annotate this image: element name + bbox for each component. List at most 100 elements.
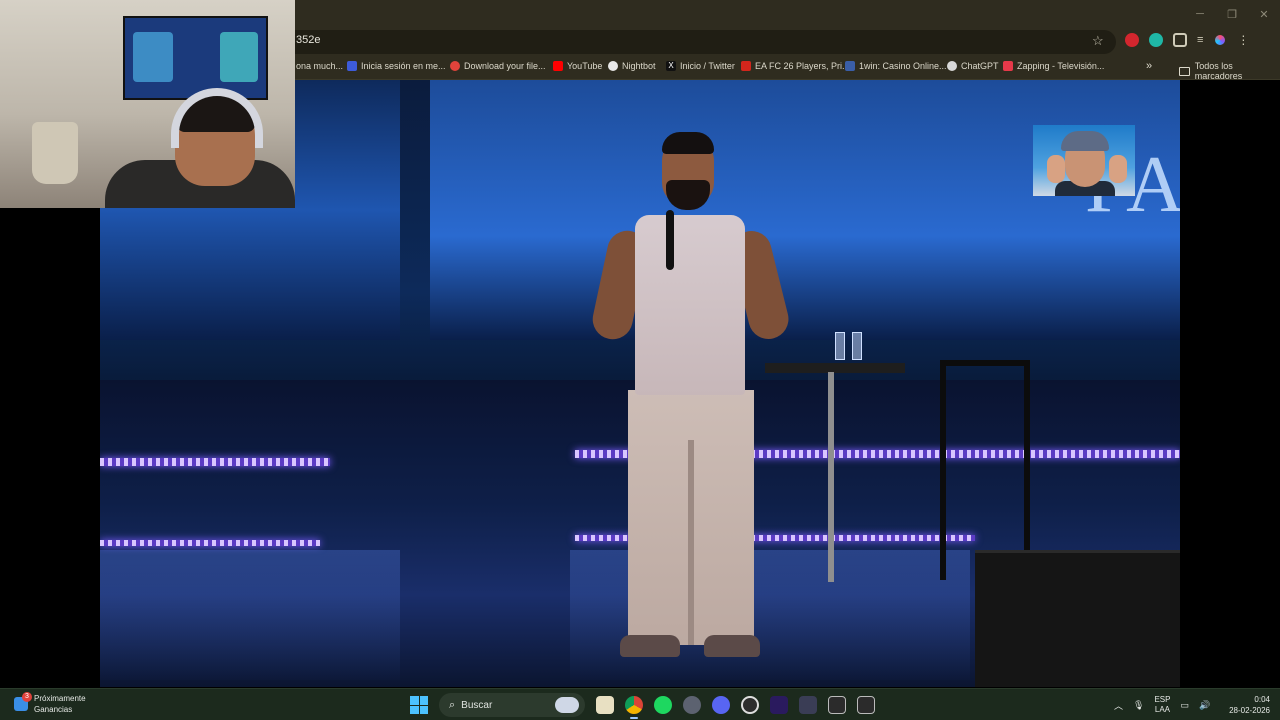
chatgpt-icon: [947, 61, 957, 71]
widgets-button[interactable]: 3 Próximamente Ganancias: [14, 692, 86, 715]
youtube-icon: [553, 61, 563, 71]
guest-cap: [1061, 131, 1109, 151]
taskbar-apps: ⌕ Buscar: [410, 693, 875, 719]
widget-text: Próximamente Ganancias: [34, 693, 86, 715]
bookmark-label: Download your file...: [464, 61, 546, 71]
bookmark-star-icon[interactable]: ☆: [1092, 33, 1104, 49]
bookmark-label: ChatGPT: [961, 61, 999, 71]
browser-menu-icon[interactable]: ⋮: [1237, 33, 1249, 47]
extensions-puzzle-icon[interactable]: [1173, 33, 1187, 47]
screen: ─ ❐ ✕ 352e ☆ ≡ ⋮ ona much... Inicia sesi…: [0, 0, 1280, 720]
1win-icon: [845, 61, 855, 71]
bookmark-label: Inicia sesión en me...: [361, 61, 446, 71]
stage-stool: [940, 360, 1030, 580]
tray-overflow-icon[interactable]: ︿: [1114, 699, 1123, 712]
app-m-icon[interactable]: [857, 696, 875, 714]
stage-backdrop: [430, 80, 1180, 340]
performer-vest: [635, 215, 745, 395]
notification-badge: 3: [22, 692, 32, 702]
bookmark-label: Nightbot: [622, 61, 656, 71]
bookmark-item[interactable]: ChatGPT: [947, 61, 999, 71]
media-control-icon[interactable]: ≡: [1197, 34, 1203, 46]
bookmark-favicon-icon: [450, 61, 460, 71]
affinity-icon[interactable]: [799, 696, 817, 714]
extension-teal-icon[interactable]: [1149, 33, 1163, 47]
clock[interactable]: 0:04 28-02-2026: [1220, 694, 1270, 716]
premiere-icon[interactable]: [770, 696, 788, 714]
bookmark-item[interactable]: X Inicio / Twitter: [666, 61, 735, 71]
widget-title: Próximamente: [34, 694, 86, 703]
performer-shoe: [704, 635, 760, 657]
file-explorer-icon[interactable]: [596, 696, 614, 714]
spotify-icon[interactable]: [654, 696, 672, 714]
obs-icon[interactable]: [741, 696, 759, 714]
bookmark-label: 1win: Casino Online...: [859, 61, 947, 71]
search-icon: ⌕: [449, 698, 456, 711]
background-monitor: [123, 16, 268, 100]
clock-date: 28-02-2026: [1229, 706, 1270, 715]
streamer-webcam-overlay: [0, 0, 295, 208]
app-circle-icon[interactable]: [683, 696, 701, 714]
bookmark-item[interactable]: Zapping - Televisión...: [1003, 61, 1104, 71]
url-text[interactable]: 352e: [296, 34, 320, 46]
close-button[interactable]: ✕: [1248, 0, 1280, 28]
streamer: [105, 88, 295, 208]
microphone: [666, 210, 674, 270]
extension-red-icon[interactable]: [1125, 33, 1139, 47]
bookmark-label: EA FC 26 Players, Pri...: [755, 61, 850, 71]
ea-icon: [741, 61, 751, 71]
all-bookmarks-label: Todos los marcadores: [1194, 61, 1243, 81]
guest-hand: [1047, 155, 1065, 183]
bookmark-label: YouTube: [567, 61, 603, 71]
language-line1: ESP: [1154, 695, 1171, 704]
bookmark-item[interactable]: YouTube: [553, 61, 602, 71]
maximize-button[interactable]: ❐: [1216, 0, 1248, 28]
bookmark-item[interactable]: EA FC 26 Players, Pri...: [741, 61, 850, 71]
widget-subtitle: Ganancias: [34, 705, 73, 714]
folder-icon: [1179, 66, 1190, 76]
search-highlight-icon: [555, 697, 579, 713]
stage-table: [765, 363, 905, 373]
all-bookmarks-button[interactable]: Todos los marcadores: [1179, 61, 1280, 81]
clock-time: 0:04: [1254, 695, 1270, 704]
performer-shoe: [620, 635, 680, 657]
system-tray: ︿ 🎙 ESP LAA ▭ 🔊: [1114, 695, 1210, 715]
chrome-icon[interactable]: [625, 696, 643, 719]
widgets-icon: 3: [14, 692, 32, 711]
network-icon[interactable]: ▭: [1180, 700, 1189, 711]
bookmark-item[interactable]: ona much...: [296, 61, 343, 71]
bookmark-item[interactable]: 1win: Casino Online...: [845, 61, 947, 71]
microphone-icon[interactable]: 🎙: [1133, 700, 1144, 711]
stage-light-strip: [100, 540, 320, 546]
bookmark-favicon-icon: [347, 61, 357, 71]
volume-icon[interactable]: 🔊: [1199, 700, 1210, 711]
stage-light-strip: [100, 458, 330, 466]
app-m-icon[interactable]: [828, 696, 846, 714]
bookmark-label: ona much...: [296, 61, 344, 71]
bookmark-item[interactable]: Nightbot: [608, 61, 656, 71]
headset: [171, 88, 263, 148]
language-indicator[interactable]: ESP LAA: [1154, 695, 1170, 715]
x-twitter-icon: X: [666, 61, 676, 71]
minimize-button[interactable]: ─: [1184, 0, 1216, 28]
performer-hair: [662, 132, 714, 154]
water-glass: [852, 332, 862, 360]
omnibox[interactable]: [200, 30, 1116, 54]
nightbot-icon: [608, 61, 618, 71]
bookmark-item[interactable]: Inicia sesión en me...: [347, 61, 446, 71]
bookmark-item[interactable]: Download your file...: [450, 61, 546, 71]
bookmarks-overflow-icon[interactable]: »: [1146, 60, 1152, 72]
stage-table-leg: [828, 372, 834, 582]
bookmark-label: Zapping - Televisión...: [1017, 61, 1105, 71]
language-line2: LAA: [1154, 705, 1171, 714]
performer-pants-seam: [688, 440, 694, 645]
profile-avatar-icon[interactable]: [1213, 33, 1228, 47]
taskbar-search[interactable]: ⌕ Buscar: [439, 693, 585, 717]
extensions-area: ≡ ⋮: [1125, 33, 1249, 47]
discord-icon[interactable]: [712, 696, 730, 714]
bookmark-label: Inicio / Twitter: [680, 61, 735, 71]
guest-webcam-overlay: [1033, 125, 1135, 196]
window-controls: ─ ❐ ✕: [1184, 0, 1280, 28]
zapping-icon: [1003, 61, 1013, 71]
windows-start-icon[interactable]: [410, 696, 428, 714]
